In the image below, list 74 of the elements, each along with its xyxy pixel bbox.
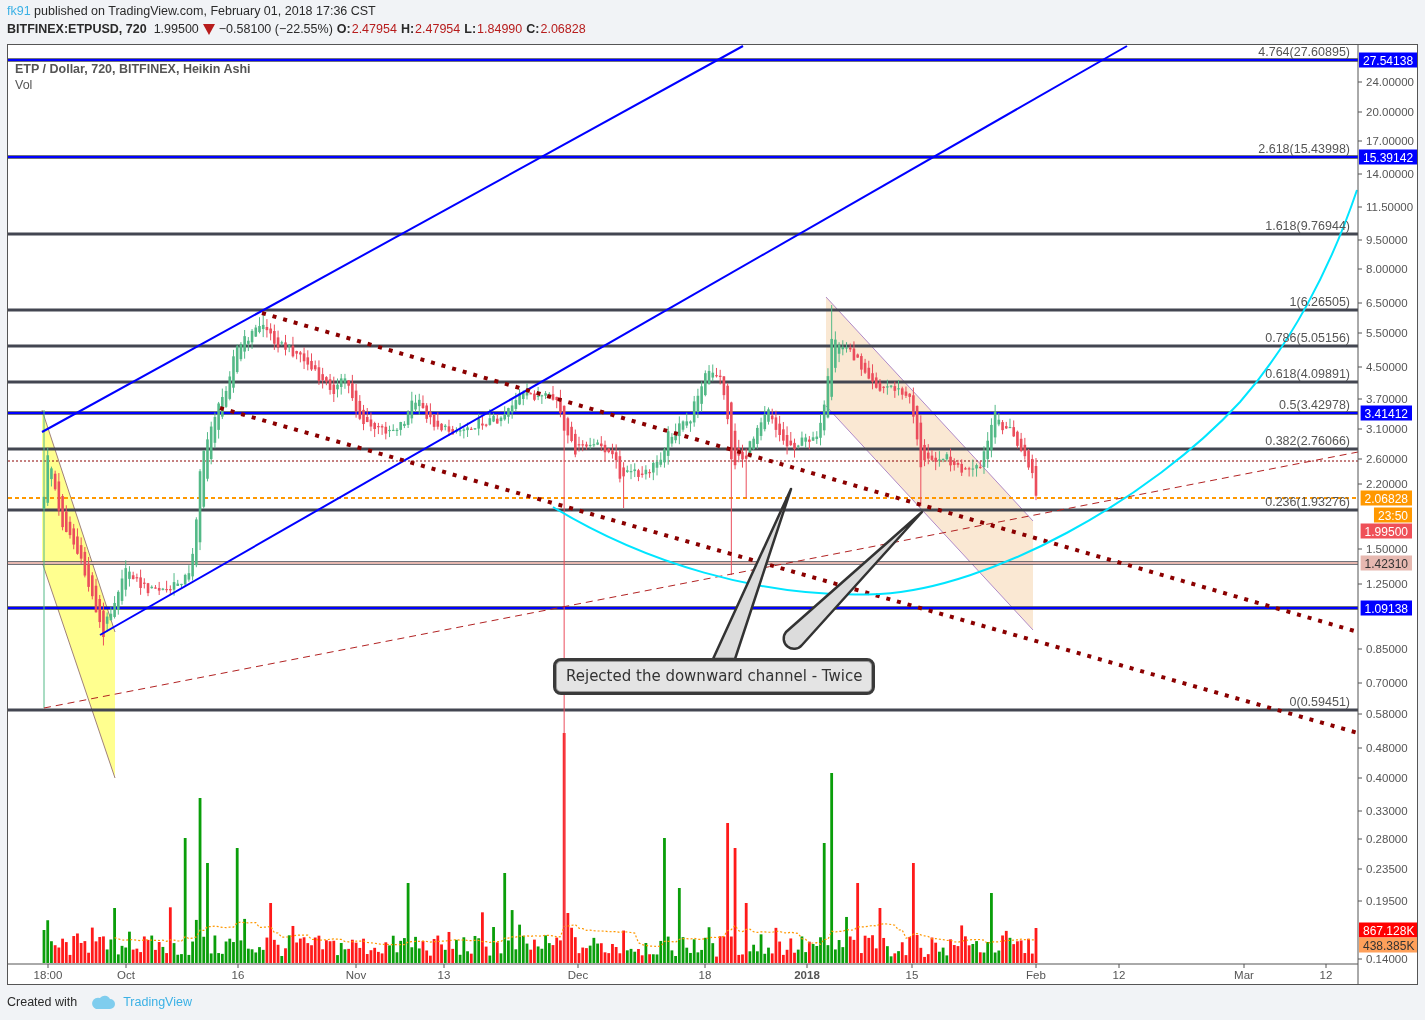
last-price: 1.99500 [153, 21, 199, 38]
price-axis-label: 2.60000 [1366, 453, 1408, 465]
price-axis-label: 6.50000 [1366, 297, 1408, 309]
ohlc-label: O: [336, 21, 351, 38]
price-axis-label: 0.23500 [1366, 863, 1408, 875]
price-axis-label: 9.50000 [1366, 234, 1408, 246]
time-axis-label: 12 [1319, 969, 1333, 981]
fib-level-label: 0.5(3.42978) [1279, 398, 1350, 412]
fib-level-label: 0.236(1.93276) [1265, 495, 1350, 509]
price-tag: 867.128K [1359, 922, 1417, 938]
ohlc-value: 2.47954 [415, 21, 461, 38]
brand-link[interactable]: TradingView [123, 994, 192, 1010]
fib-level-label: 0.382(2.76066) [1265, 434, 1350, 448]
chart-legend-title: ETP / Dollar, 720, BITFINEX, Heikin Ashi [15, 62, 251, 76]
price-change: −0.58100 (−22.55%) [218, 21, 333, 38]
fib-level-label: 4.764(27.60895) [1258, 45, 1350, 59]
price-axis-label: 0.19500 [1366, 895, 1408, 907]
ohlc-value: 2.06828 [540, 21, 586, 38]
ohlc-label: H: [400, 21, 415, 38]
price-axis-label: 4.50000 [1366, 361, 1408, 373]
price-axis-label: 14.00000 [1366, 168, 1414, 180]
created-with-text: Created with [7, 994, 78, 1010]
price-axis-label: 20.00000 [1366, 106, 1414, 118]
price-axis-label: 2.20000 [1366, 478, 1408, 490]
price-axis-label: 1.25000 [1366, 578, 1408, 590]
price-axis-label: 8.00000 [1366, 263, 1408, 275]
time-axis-label: 15 [905, 969, 919, 981]
ohlc-label: C: [526, 21, 540, 38]
time-axis-label: 2018 [794, 969, 820, 981]
price-tag: 23:50 [1373, 507, 1412, 523]
price-axis-label: 0.40000 [1366, 772, 1408, 784]
price-axis-label: 0.85000 [1366, 643, 1408, 655]
price-axis-label: 5.50000 [1366, 327, 1408, 339]
time-axis-label: 13 [437, 969, 451, 981]
price-axis-label: 11.50000 [1366, 201, 1414, 213]
price-tag: 15.39142 [1359, 149, 1417, 165]
fib-level-label: 0(0.59451) [1289, 695, 1350, 709]
price-axis-label: 24.00000 [1366, 76, 1414, 88]
ohlc-value: 2.47954 [351, 21, 397, 38]
price-axis-label: 1.50000 [1366, 543, 1408, 555]
publish-info: fk91 published on TradingView.com, February 01, 2018 17:36 CST [7, 3, 377, 20]
time-axis-label: 16 [231, 969, 245, 981]
price-axis-label: 3.10000 [1366, 423, 1408, 435]
time-axis-label: Nov [345, 969, 367, 981]
price-tag: 27.54138 [1359, 52, 1417, 68]
time-axis-label: Dec [567, 969, 589, 981]
ohlc-value: 1.84990 [477, 21, 523, 38]
price-tag: 1.99500 [1360, 523, 1412, 539]
price-axis-label: 0.70000 [1366, 677, 1408, 689]
price-axis-label: 0.48000 [1366, 742, 1408, 754]
symbol-title: BITFINEX:ETPUSD, 720 [7, 21, 147, 38]
fib-level-label: 2.618(15.43998) [1258, 142, 1350, 156]
time-axis-label: Mar [1234, 969, 1254, 981]
price-axis-label: 0.33000 [1366, 805, 1408, 817]
ohlc-label: L: [464, 21, 477, 38]
time-axis-label: 18:00 [33, 969, 63, 981]
price-tag: 1.09138 [1360, 600, 1412, 616]
volume-legend-label: Vol [15, 78, 33, 92]
fib-level-label: 0.618(4.09891) [1265, 367, 1350, 381]
time-axis-label: 18 [698, 969, 712, 981]
price-axis-label: 0.28000 [1366, 833, 1408, 845]
cloud-icon [91, 995, 116, 1009]
price-axis-label: 0.58000 [1366, 708, 1408, 720]
price-axis-label: 0.14000 [1366, 953, 1408, 965]
time-axis-label: Feb [1026, 969, 1046, 981]
price-tag: 3.41412 [1360, 405, 1412, 421]
time-axis-label: Oct [117, 969, 135, 981]
price-tag: 2.06828 [1360, 490, 1412, 506]
price-tag: 1.42310 [1360, 555, 1412, 571]
callout-label: Rejected the downward channel - Twice [553, 658, 876, 695]
price-axis-label: 3.70000 [1366, 393, 1408, 405]
time-axis-label: 12 [1112, 969, 1126, 981]
author-link[interactable]: fk91 [7, 4, 31, 18]
price-axis-label: 17.00000 [1366, 135, 1414, 147]
